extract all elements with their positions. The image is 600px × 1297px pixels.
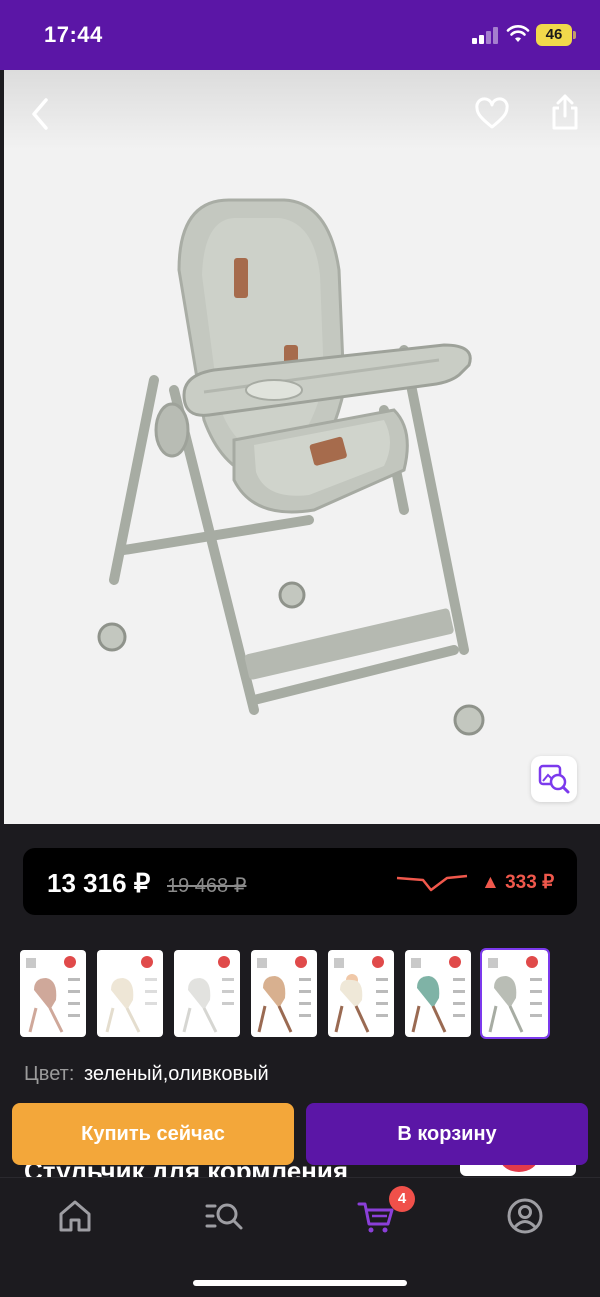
color-label: Цвет: bbox=[24, 1063, 75, 1085]
price-change: ▲ 333 ₽ bbox=[481, 872, 555, 893]
bottom-tab-bar: 4 bbox=[0, 1177, 600, 1297]
thumbnail[interactable] bbox=[251, 950, 317, 1037]
thumbnail[interactable] bbox=[20, 950, 86, 1037]
add-to-cart-button[interactable]: В корзину bbox=[306, 1103, 588, 1165]
share-icon[interactable] bbox=[549, 92, 581, 132]
thumbnail[interactable] bbox=[328, 950, 394, 1037]
color-option[interactable]: Цвет: зеленый,оливковый bbox=[24, 1063, 269, 1086]
wifi-icon bbox=[506, 25, 530, 42]
visual-search-button[interactable] bbox=[531, 756, 577, 802]
price-panel[interactable]: 13 316 ₽ 19 468 ₽ ▲ 333 ₽ bbox=[23, 848, 577, 915]
product-image-gallery[interactable] bbox=[4, 70, 600, 824]
heart-icon[interactable] bbox=[474, 96, 510, 132]
catalog-search-icon[interactable] bbox=[205, 1196, 245, 1236]
home-icon[interactable] bbox=[55, 1196, 95, 1236]
cellular-signal-icon bbox=[472, 26, 500, 44]
thumbnail[interactable] bbox=[97, 950, 163, 1037]
high-chair-image bbox=[97, 198, 485, 736]
back-icon[interactable] bbox=[24, 94, 56, 134]
home-indicator[interactable] bbox=[193, 1280, 407, 1286]
thumbnail-strip bbox=[20, 948, 580, 1039]
price-old: 19 468 ₽ bbox=[167, 875, 247, 897]
price-history-graph-icon bbox=[396, 874, 468, 892]
profile-icon[interactable] bbox=[505, 1196, 545, 1236]
color-value: зеленый,оливковый bbox=[83, 1063, 269, 1085]
status-time: 17:44 bbox=[44, 22, 103, 47]
image-search-icon bbox=[538, 764, 570, 794]
thumbnail[interactable] bbox=[405, 950, 471, 1037]
thumbnail[interactable] bbox=[174, 950, 240, 1037]
battery-indicator: 46 bbox=[536, 24, 576, 46]
cart-count-badge: 4 bbox=[389, 1186, 415, 1212]
price-current: 13 316 ₽ bbox=[47, 868, 151, 898]
thumbnail-selected[interactable] bbox=[480, 948, 550, 1039]
status-bar: 17:44 46 bbox=[0, 0, 600, 70]
buy-now-button[interactable]: Купить сейчас bbox=[12, 1103, 294, 1165]
